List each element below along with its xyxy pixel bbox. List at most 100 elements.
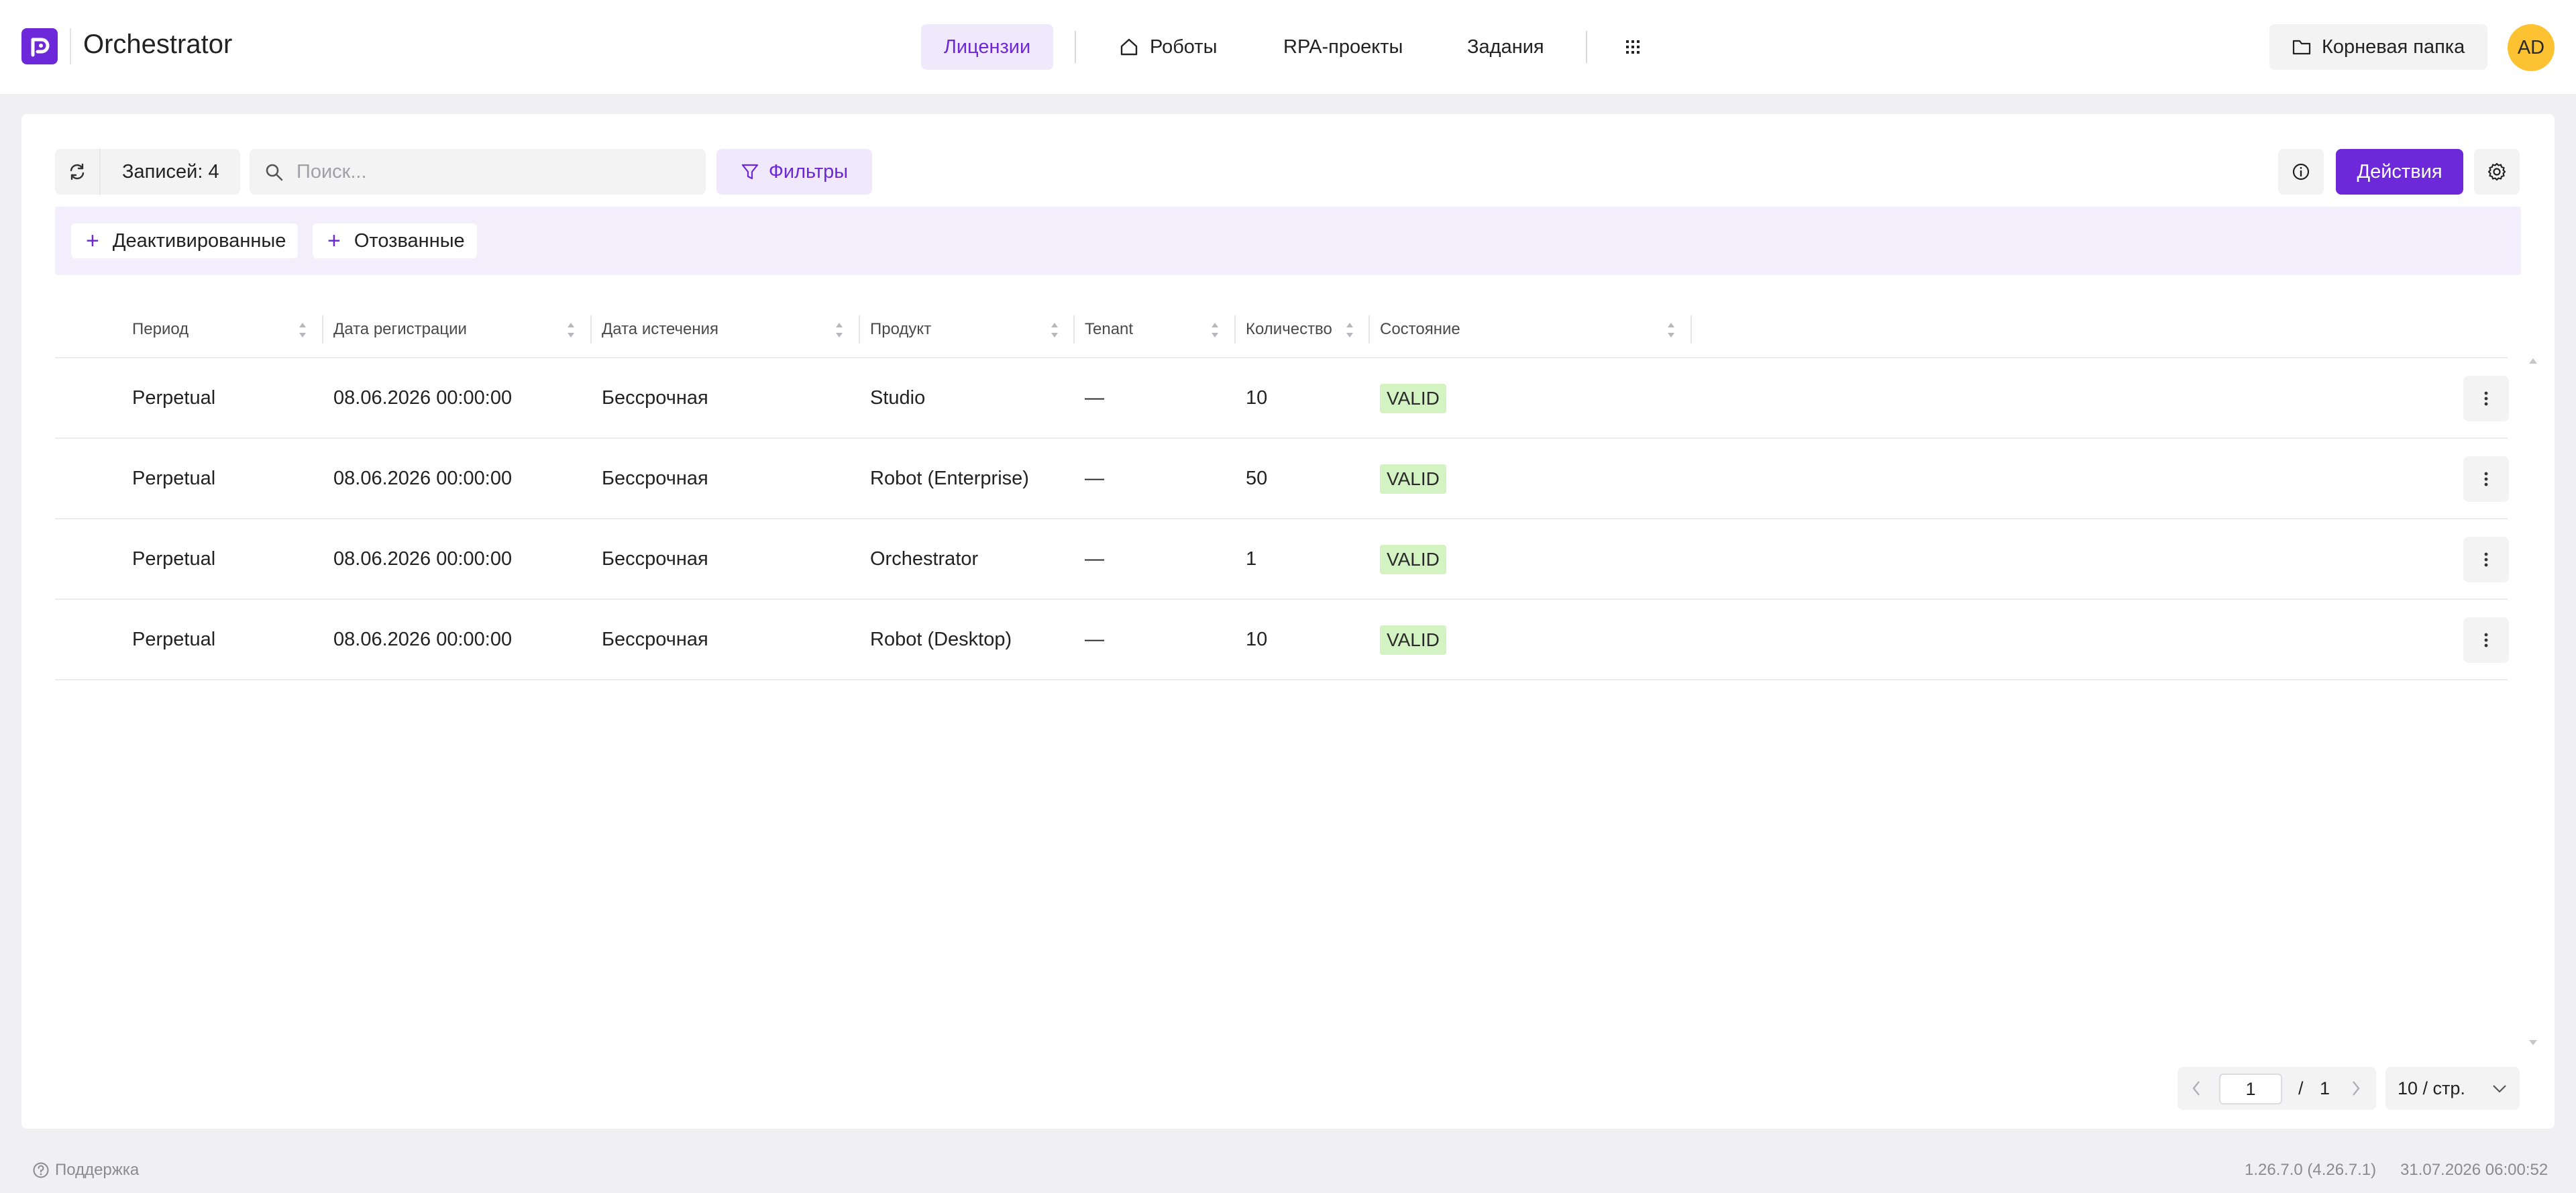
cell-quantity: 10 <box>1246 387 1268 409</box>
table-row[interactable]: Perpetual 08.06.2026 00:00:00 Бессрочная… <box>55 358 2509 439</box>
deactivated-filter-chip[interactable]: + Деактивированные <box>71 223 299 258</box>
status-badge: VALID <box>1380 545 1446 574</box>
cell-tenant: — <box>1085 629 1104 650</box>
nav-tab-tasks[interactable]: Задания <box>1467 24 1544 70</box>
sort-icon <box>1346 323 1353 338</box>
more-vertical-icon <box>2484 472 2488 486</box>
filters-label: Фильтры <box>768 160 849 183</box>
sort-icon <box>836 323 843 338</box>
records-count: Записей: 4 <box>122 161 219 183</box>
refresh-button[interactable] <box>55 149 101 195</box>
cell-tenant: — <box>1085 387 1104 409</box>
server-datetime: 31.07.2026 06:00:52 <box>2400 1161 2548 1179</box>
column-divider <box>1073 315 1075 344</box>
row-menu-button[interactable] <box>2463 537 2509 582</box>
nav-tab-robots[interactable]: Роботы <box>1119 24 1217 70</box>
column-header-state[interactable]: Состояние <box>1380 301 1688 358</box>
cell-registration-date: 08.06.2026 00:00:00 <box>333 468 513 489</box>
cell-expiration-date: Бессрочная <box>602 387 708 409</box>
table-row[interactable]: Perpetual 08.06.2026 00:00:00 Бессрочная… <box>55 439 2509 519</box>
actions-button[interactable]: Действия <box>2336 149 2463 195</box>
nav-tab-licenses[interactable]: Лицензии <box>921 24 1053 70</box>
gear-icon <box>2487 162 2506 181</box>
column-header-registration-date[interactable]: Дата регистрации <box>333 301 588 358</box>
more-vertical-icon <box>2484 633 2488 647</box>
page-number-input[interactable] <box>2219 1074 2282 1104</box>
cell-period: Perpetual <box>132 548 216 570</box>
search-box <box>250 149 706 195</box>
app-logo-icon[interactable] <box>21 28 58 64</box>
user-avatar[interactable]: AD <box>2508 24 2555 71</box>
cell-tenant: — <box>1085 468 1104 489</box>
support-label: Поддержка <box>55 1161 140 1179</box>
revoked-filter-label: Отозванные <box>354 229 465 252</box>
settings-button[interactable] <box>2474 149 2520 195</box>
cell-registration-date: 08.06.2026 00:00:00 <box>333 387 513 409</box>
page-size-select[interactable]: 10 / стр. <box>2385 1067 2520 1110</box>
support-link[interactable]: Поддержка <box>32 1161 139 1180</box>
records-group: Записей: 4 <box>55 149 240 195</box>
column-header-quantity[interactable]: Количество <box>1246 301 1366 358</box>
cell-period: Perpetual <box>132 468 216 489</box>
cell-tenant: — <box>1085 548 1104 570</box>
status-badge: VALID <box>1380 625 1446 655</box>
column-divider <box>859 315 860 344</box>
column-divider <box>1368 315 1370 344</box>
help-circle-icon <box>33 1162 49 1178</box>
cell-product: Robot (Desktop) <box>870 629 1012 650</box>
logo-divider <box>70 28 71 64</box>
more-vertical-icon <box>2484 391 2488 406</box>
nav-robots-label: Роботы <box>1150 36 1218 58</box>
filters-button[interactable]: Фильтры <box>716 149 872 195</box>
sort-icon <box>1051 323 1058 338</box>
nav-tab-rpa-projects[interactable]: RPA-проекты <box>1283 24 1403 70</box>
revoked-filter-chip[interactable]: + Отозванные <box>313 223 477 258</box>
refresh-icon <box>70 163 85 180</box>
apps-grid-icon[interactable] <box>1619 34 1646 60</box>
column-divider <box>1234 315 1236 344</box>
root-folder-label: Корневая папка <box>2322 36 2465 58</box>
status-badge: VALID <box>1380 384 1446 413</box>
page-separator: / <box>2298 1078 2304 1098</box>
scroll-up-arrow[interactable] <box>2529 358 2537 364</box>
row-menu-button[interactable] <box>2463 456 2509 502</box>
root-folder-button[interactable]: Корневая папка <box>2269 24 2487 70</box>
column-header-tenant[interactable]: Tenant <box>1085 301 1232 358</box>
sort-icon <box>299 323 306 338</box>
plus-icon: + <box>86 228 99 254</box>
quick-filter-bar: + Деактивированные + Отозванные <box>55 207 2521 275</box>
column-header-period[interactable]: Период <box>132 301 320 358</box>
column-divider <box>1690 315 1692 344</box>
scroll-down-arrow[interactable] <box>2529 1040 2537 1045</box>
info-button[interactable] <box>2278 149 2324 195</box>
cell-product: Orchestrator <box>870 548 979 570</box>
column-label-quantity: Количество <box>1246 320 1332 338</box>
cell-registration-date: 08.06.2026 00:00:00 <box>333 548 513 570</box>
chevron-down-icon <box>2493 1085 2506 1093</box>
row-menu-button[interactable] <box>2463 617 2509 663</box>
more-vertical-icon <box>2484 552 2488 567</box>
table-row[interactable]: Perpetual 08.06.2026 00:00:00 Бессрочная… <box>55 519 2509 600</box>
app-title: Orchestrator <box>83 30 233 59</box>
cell-expiration-date: Бессрочная <box>602 468 708 489</box>
column-label-period: Период <box>132 320 189 338</box>
column-header-expiration-date[interactable]: Дата истечения <box>602 301 857 358</box>
table-row[interactable]: Perpetual 08.06.2026 00:00:00 Бессрочная… <box>55 600 2509 680</box>
cell-product: Robot (Enterprise) <box>870 468 1029 489</box>
cell-product: Studio <box>870 387 926 409</box>
info-icon <box>2292 163 2310 180</box>
chevron-left-icon[interactable] <box>2190 1079 2203 1098</box>
status-badge: VALID <box>1380 464 1446 494</box>
column-label-expiration-date: Дата истечения <box>602 320 718 338</box>
chevron-right-icon[interactable] <box>2349 1079 2363 1098</box>
sort-icon <box>1212 323 1218 338</box>
column-header-product[interactable]: Продукт <box>870 301 1071 358</box>
search-input[interactable] <box>297 149 692 195</box>
sort-icon <box>1668 323 1674 338</box>
sort-icon <box>568 323 574 338</box>
home-icon <box>1120 38 1138 56</box>
folder-icon <box>2292 40 2311 55</box>
total-pages: 1 <box>2320 1078 2330 1098</box>
row-menu-button[interactable] <box>2463 376 2509 421</box>
cell-quantity: 50 <box>1246 468 1268 489</box>
